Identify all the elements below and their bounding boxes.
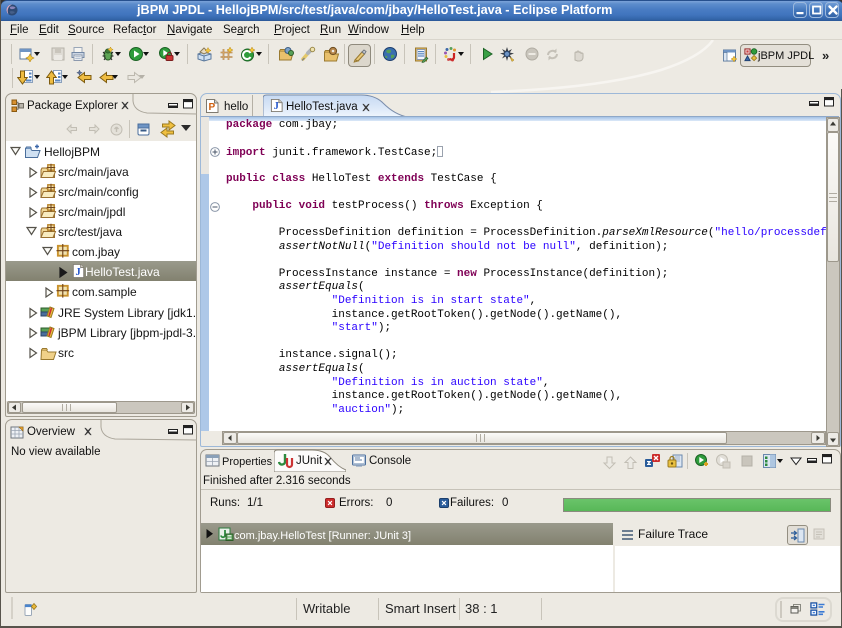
svg-text:J: J	[75, 267, 80, 278]
svg-text:J: J	[274, 101, 279, 112]
svg-text:P: P	[209, 102, 216, 113]
